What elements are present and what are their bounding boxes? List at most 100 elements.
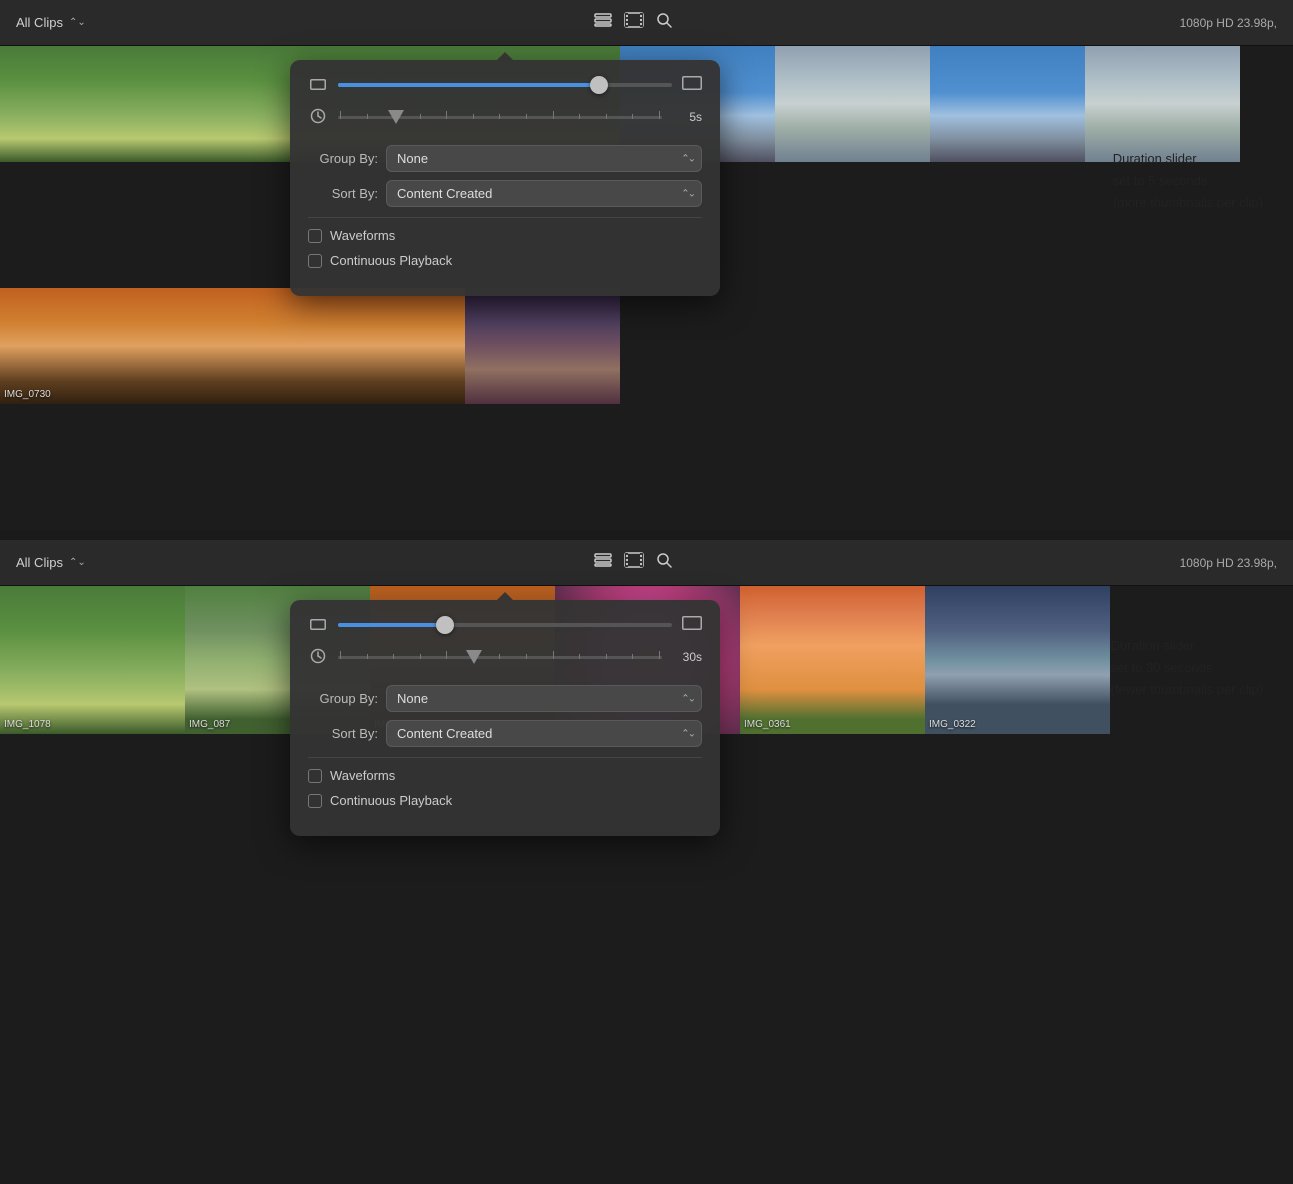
continuous-row-bottom[interactable]: Continuous Playback [308,793,702,808]
duration-row: 5s [308,103,702,131]
group-by-select[interactable]: None Reel Scene [386,145,702,172]
annot-bottom-line1: Duration slider [1111,638,1195,653]
tick [420,114,421,119]
large-thumb-icon [682,76,702,93]
tick [367,654,368,659]
sort-by-label: Sort By: [308,186,378,201]
resolution-label: 1080p HD 23.98p, [1180,16,1277,30]
tick [606,654,607,659]
list-item[interactable]: IMG_0322 [925,586,1110,734]
list-view-icon[interactable] [594,13,612,32]
list-item[interactable] [775,46,930,162]
tick [340,111,341,119]
duration-thumb[interactable] [388,110,404,124]
waveforms-checkbox-bottom[interactable] [308,769,322,783]
clip-thumbnail [155,46,310,162]
list-item[interactable]: IMG_0730 [0,288,155,404]
thumbnail-slider-track-bottom[interactable] [338,623,672,627]
title-label-bottom: All Clips [16,555,63,570]
small-thumb-icon [308,77,328,93]
list-item[interactable] [465,288,620,404]
slider-thumb[interactable] [590,76,608,94]
title-chevron: ⌃⌄ [69,17,86,28]
tick [340,651,341,659]
search-icon[interactable] [656,12,672,33]
list-item[interactable] [0,46,155,162]
continuous-row[interactable]: Continuous Playback [308,253,702,268]
waveforms-row[interactable]: Waveforms [308,228,702,243]
tick [367,114,368,119]
duration-slider-track[interactable] [338,103,662,131]
annot-bottom-line3: (fewer thumbnails per clip) [1111,682,1263,697]
list-item[interactable]: IMG_0361 [740,586,925,734]
duration-ticks-bottom [338,656,662,659]
tick [446,111,447,119]
sort-by-dropdown[interactable]: Content Created Date Last Modified Name … [386,180,702,207]
all-clips-title-bottom[interactable]: All Clips ⌃⌄ [16,555,86,570]
duration-thumb-bottom[interactable] [466,650,482,664]
thumbnail-slider-track[interactable] [338,83,672,87]
clip-thumbnail [775,46,930,162]
clip-thumbnail [465,288,620,404]
tick [499,114,500,119]
tick [579,114,580,119]
list-item[interactable] [1085,46,1240,162]
continuous-checkbox-bottom[interactable] [308,794,322,808]
title-chevron-bottom: ⌃⌄ [69,557,86,568]
tick [632,654,633,659]
clip-thumbnail [0,288,155,404]
filmstrip-icon-bottom[interactable] [624,552,644,573]
list-view-icon-bottom[interactable] [594,553,612,572]
waveforms-label: Waveforms [330,228,395,243]
all-clips-title[interactable]: All Clips ⌃⌄ [16,15,86,30]
tick [606,114,607,119]
waveforms-checkbox[interactable] [308,229,322,243]
bottom-annotation: Duration slider set to 30 seconds (fewer… [1111,635,1263,701]
annot-top-line1: Duration slider [1113,151,1197,166]
tick [526,654,527,659]
clip-thumbnail [310,288,465,404]
slider-track-bg [338,83,672,87]
tick [659,111,660,119]
sort-by-select-bottom[interactable]: Content Created Date Last Modified Name … [386,720,702,747]
clip-thumbnail [155,288,310,404]
list-item[interactable] [155,46,310,162]
group-by-label-bottom: Group By: [308,691,378,706]
clip-thumbnail [1085,46,1240,162]
clip-filename: IMG_0322 [929,719,976,730]
duration-value-bottom: 30s [672,650,702,664]
list-item[interactable] [930,46,1085,162]
top-toolbar: All Clips ⌃⌄ [0,0,1293,46]
sort-by-row-bottom: Sort By: Content Created Date Last Modif… [308,720,702,747]
sort-by-dropdown-bottom[interactable]: Content Created Date Last Modified Name … [386,720,702,747]
group-by-select-bottom[interactable]: None Reel Scene [386,685,702,712]
slider-track-bg-bottom [338,623,672,627]
waveforms-label-bottom: Waveforms [330,768,395,783]
tick [553,651,554,659]
list-item[interactable]: IMG_1078 [0,586,185,734]
clip-thumbnail [925,586,1110,734]
bottom-toolbar: All Clips ⌃⌄ [0,540,1293,586]
slider-thumb-bottom[interactable] [436,616,454,634]
list-item[interactable] [155,288,310,404]
search-icon-bottom[interactable] [656,552,672,573]
clip-filename: IMG_087 [189,719,230,730]
tick [393,654,394,659]
tick [579,654,580,659]
tick [499,654,500,659]
bottom-panel: All Clips ⌃⌄ [0,540,1293,1184]
group-by-dropdown-bottom[interactable]: None Reel Scene [386,685,702,712]
continuous-checkbox[interactable] [308,254,322,268]
sort-by-select[interactable]: Content Created Date Last Modified Name … [386,180,702,207]
clip-thumbnail [0,46,155,162]
continuous-label: Continuous Playback [330,253,452,268]
clip-filename: IMG_0361 [744,719,791,730]
list-item[interactable] [310,288,465,404]
large-thumb-icon-bottom [682,616,702,633]
checkbox-section-bottom: Waveforms Continuous Playback [308,768,702,808]
clip-filename: IMG_1078 [4,719,51,730]
waveforms-row-bottom[interactable]: Waveforms [308,768,702,783]
duration-slider-track-bottom[interactable] [338,643,662,671]
filmstrip-icon[interactable] [624,12,644,33]
group-by-dropdown[interactable]: None Reel Scene [386,145,702,172]
